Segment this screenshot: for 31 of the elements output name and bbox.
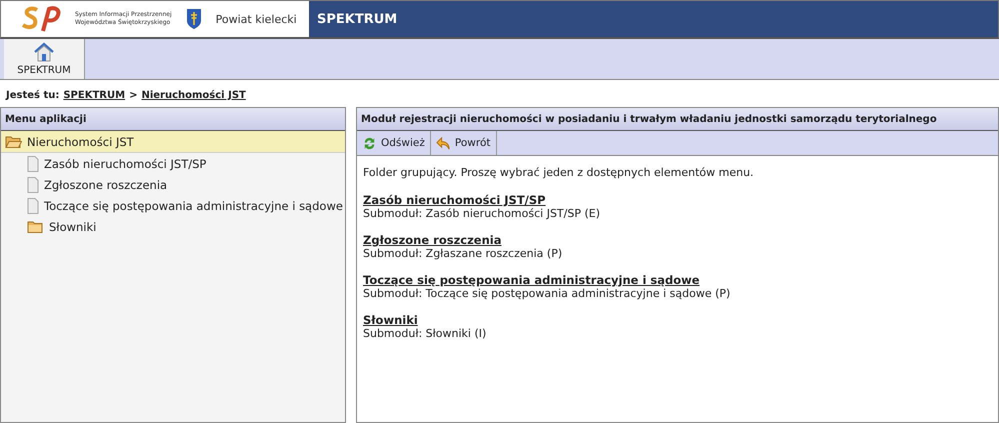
menu-item[interactable]: Toczące się postępowania administracyjne i sądowe [1,195,345,216]
refresh-icon [362,136,377,150]
coat-of-arms-icon [186,8,202,30]
home-tab[interactable]: SPEKTRUM [4,39,85,79]
module-description: Submoduł: Zasób nieruchomości JST/SP (E) [363,207,601,220]
home-icon [33,42,55,62]
document-icon [27,176,39,192]
logo-icon [19,5,61,33]
module-description: Submoduł: Zgłaszane roszczenia (P) [363,247,564,260]
document-icon [27,198,39,214]
panel-title: Moduł rejestracji nieruchomości w posiadaniu i trwałym władaniu jednostki samorządu terytorialnego [357,108,998,131]
menu-item[interactable]: Zasób nieruchomości JST/SP [1,153,345,174]
module-link[interactable]: Toczące się postępowania administracyjne i sądowe [363,273,992,287]
app-title: SPEKTRUM [317,12,398,26]
menu-item[interactable]: Słowniki [1,216,345,237]
menu-item[interactable]: Nieruchomości JST [1,131,345,153]
module-link[interactable]: Zgłoszone roszczenia [363,233,992,247]
document-icon [27,156,39,172]
breadcrumb-label: Jesteś tu: [6,90,60,100]
module-link[interactable]: Zasób nieruchomości JST/SP [363,193,992,207]
breadcrumb-separator: > [129,90,138,100]
breadcrumb-link[interactable]: SPEKTRUM [63,90,126,100]
module-description: Submoduł: Słowniki (I) [363,327,488,340]
breadcrumb-link[interactable]: Nieruchomości JST [141,90,246,100]
menu-item[interactable]: Zgłoszone roszczenia [1,174,345,195]
info-text: Folder grupujący. Proszę wybrać jeden z dostępnych elementów menu. [363,166,755,179]
panel-title: Menu aplikacji [1,108,345,131]
module-description: Submoduł: Toczące się postępowania administracyjne i sądowe (P) [363,287,732,300]
district-name: Powiat kielecki [216,12,297,26]
module-link[interactable]: Słowniki [363,313,992,327]
back-arrow-icon [436,136,451,150]
